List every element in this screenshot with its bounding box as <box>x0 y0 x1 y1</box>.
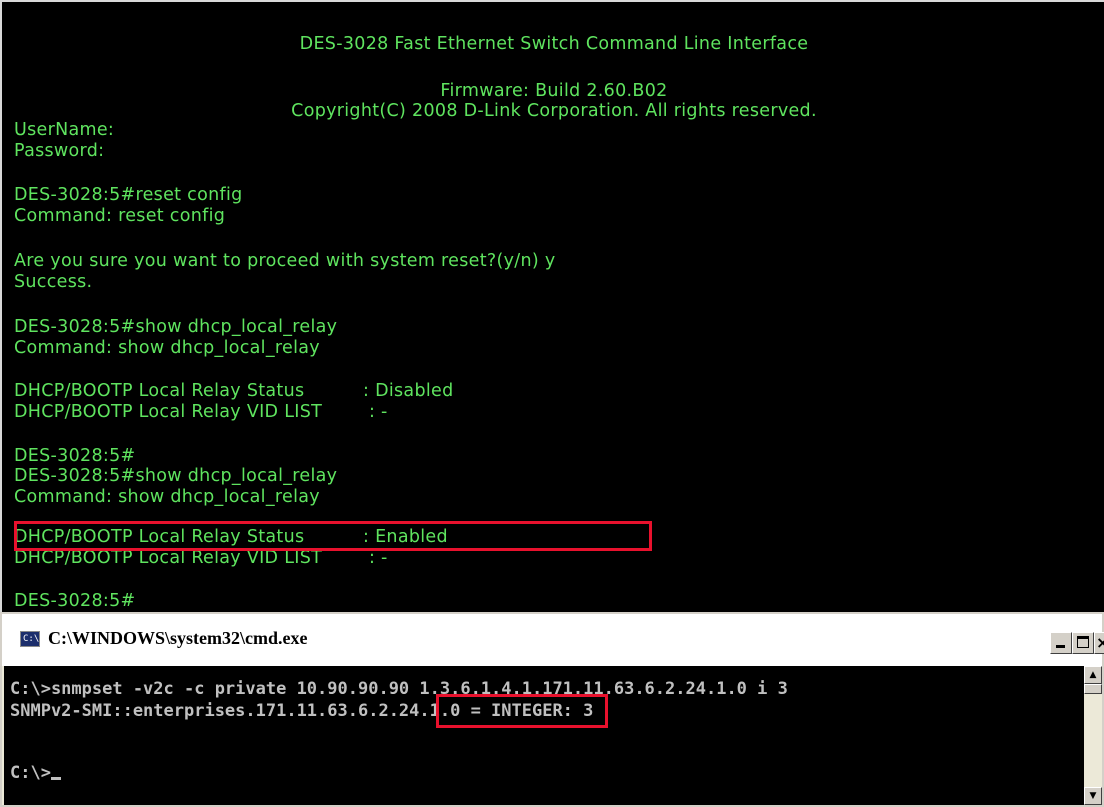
switch-cli-terminal[interactable]: DES-3028 Fast Ethernet Switch Command Li… <box>0 0 1104 612</box>
close-button[interactable]: × <box>1094 632 1104 654</box>
cli-line: Are you sure you want to proceed with sy… <box>14 251 556 271</box>
scroll-down-icon[interactable]: ▼ <box>1084 787 1102 805</box>
scroll-up-icon[interactable]: ▲ <box>1084 666 1102 684</box>
cli-prompt-line: DES-3028:5# <box>14 591 136 611</box>
cli-line: DES-3028:5# <box>14 446 136 466</box>
cli-relay-status-line: DHCP/BOOTP Local Relay Status : Disabled <box>14 381 454 401</box>
cli-line: DES-3028:5#reset config <box>14 185 243 205</box>
cmd-window: C:\ C:\WINDOWS\system32\cmd.exe × C:\>sn… <box>0 612 1104 807</box>
cmd-console-output[interactable]: C:\>snmpset -v2c -c private 10.90.90.90 … <box>4 666 1084 805</box>
cli-line: Success. <box>14 272 93 292</box>
cli-header-copyright: Copyright(C) 2008 D-Link Corporation. Al… <box>291 101 817 121</box>
close-icon: × <box>1096 633 1104 652</box>
cli-line: DES-3028:5#show dhcp_local_relay <box>14 317 338 337</box>
cli-line: Password: <box>14 141 105 161</box>
cli-relay-vid-line: DHCP/BOOTP Local Relay VID LIST : - <box>14 402 388 422</box>
cli-header-title: DES-3028 Fast Ethernet Switch Command Li… <box>299 34 809 54</box>
cmd-line-snmpset: C:\>snmpset -v2c -c private 10.90.90.90 … <box>10 679 788 699</box>
cli-line: Command: show dhcp_local_relay <box>14 338 320 358</box>
relay-status-highlight-box <box>14 521 652 551</box>
vertical-scrollbar[interactable]: ▲ ▼ <box>1084 666 1102 805</box>
cmd-prompt-text: C:\> <box>10 763 51 783</box>
cli-line: UserName: <box>14 120 115 140</box>
minimize-button[interactable] <box>1050 632 1072 654</box>
cli-header-firmware: Firmware: Build 2.60.B02 <box>440 81 668 101</box>
cmd-icon-label: C:\ <box>23 634 40 644</box>
cli-line: Command: show dhcp_local_relay <box>14 487 320 507</box>
integer-value-highlight-box <box>436 694 608 728</box>
cli-line: DES-3028:5#show dhcp_local_relay <box>14 466 338 486</box>
scrollbar-thumb[interactable] <box>1084 684 1102 694</box>
text-cursor <box>50 777 61 780</box>
cmd-window-title: C:\WINDOWS\system32\cmd.exe <box>48 628 308 648</box>
cmd-window-icon[interactable]: C:\ <box>20 631 40 647</box>
cmd-prompt[interactable]: C:\> <box>10 762 61 784</box>
cli-line: Command: reset config <box>14 206 226 226</box>
cli-relay-vid-line: DHCP/BOOTP Local Relay VID LIST : - <box>14 548 388 568</box>
cmd-title-bar[interactable]: C:\ C:\WINDOWS\system32\cmd.exe × <box>2 614 1104 666</box>
maximize-button[interactable] <box>1072 632 1094 654</box>
